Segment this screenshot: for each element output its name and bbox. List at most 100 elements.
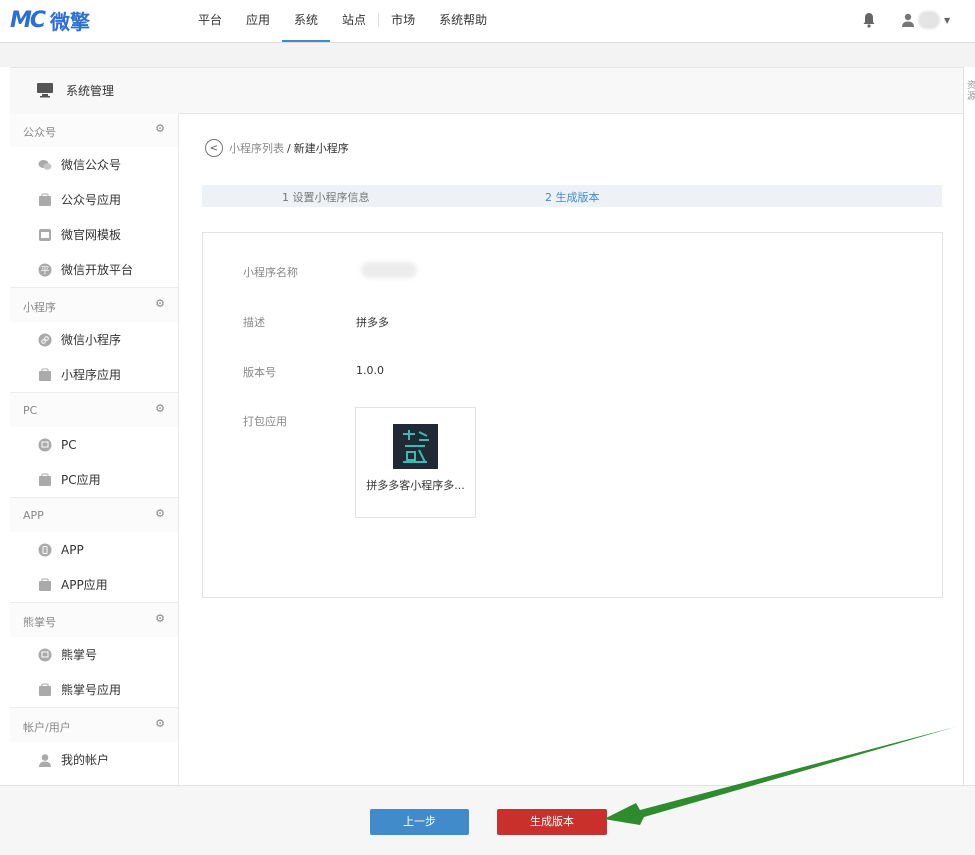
- sidebar-section-title: APP: [23, 509, 44, 522]
- sidebar-item-xiongzhang[interactable]: 熊掌号: [10, 637, 178, 672]
- sidebar-item-my-account[interactable]: 我的帐户: [10, 742, 178, 777]
- package-app-label: 打包应用: [243, 415, 287, 428]
- description-value: 拼多多: [356, 316, 389, 329]
- monitor-icon: [38, 648, 52, 662]
- sidebar-item-label: PC应用: [61, 473, 101, 487]
- sidebar-section-accounts: 帐户/用户 ⚙: [10, 707, 178, 742]
- gear-icon[interactable]: ⚙: [155, 507, 165, 520]
- previous-step-button[interactable]: 上一步: [370, 809, 469, 835]
- app-bag-icon: [38, 473, 52, 487]
- sidebar-item-label: 微信公众号: [61, 158, 122, 172]
- sidebar-item-app[interactable]: APP: [10, 532, 178, 567]
- app-bag-icon: [38, 193, 52, 207]
- sidebar-section-title: 公众号: [23, 126, 56, 139]
- gear-icon[interactable]: ⚙: [155, 717, 165, 730]
- sidebar-item-xiongzhang-apps[interactable]: 熊掌号应用: [10, 672, 178, 707]
- logo-mark: MC: [10, 7, 46, 33]
- miniprogram-icon: [38, 333, 52, 347]
- bottom-action-bar: 上一步 生成版本: [0, 785, 975, 855]
- step-1: 1 设置小程序信息: [282, 191, 370, 204]
- sidebar-item-label: APP: [61, 542, 84, 557]
- logo-text: 微擎: [50, 9, 91, 34]
- right-side-tab-label: 资源: [967, 81, 975, 102]
- bell-icon[interactable]: [862, 12, 876, 28]
- nav-site[interactable]: 站点: [330, 0, 378, 40]
- nav-apps[interactable]: 应用: [234, 0, 282, 40]
- sidebar-item-label: PC: [61, 437, 77, 452]
- user-icon: [38, 753, 52, 767]
- sidebar-item-label: 熊掌号应用: [61, 683, 122, 697]
- page-gap: [0, 43, 975, 67]
- nav-platform[interactable]: 平台: [186, 0, 234, 40]
- monitor-icon: [38, 438, 52, 452]
- sidebar-item-wechat-account[interactable]: 微信公众号: [10, 147, 178, 182]
- sidebar-section-title: 小程序: [23, 301, 56, 314]
- breadcrumb-current: 新建小程序: [293, 142, 349, 155]
- name-label: 小程序名称: [243, 266, 298, 279]
- sidebar-item-label: 微官网模板: [61, 228, 122, 242]
- main-content: < 小程序列表 / 新建小程序 1 设置小程序信息 2 生成版本 小程序名称 描…: [179, 113, 963, 785]
- right-side-tab[interactable]: 资源: [963, 67, 975, 785]
- step-2-active: 2 生成版本: [545, 191, 600, 204]
- sidebar-section-xiongzhang: 熊掌号 ⚙: [10, 602, 178, 637]
- sidebar-item-label: 熊掌号: [61, 648, 98, 662]
- monitor-icon: [37, 83, 53, 98]
- breadcrumb: < 小程序列表 / 新建小程序: [205, 139, 349, 157]
- nav-help[interactable]: 系统帮助: [427, 0, 499, 40]
- app-bag-icon: [38, 368, 52, 382]
- sidebar-item-wechat-miniprogram[interactable]: 微信小程序: [10, 322, 178, 357]
- gear-icon[interactable]: ⚙: [155, 612, 165, 625]
- breadcrumb-separator: /: [287, 141, 291, 155]
- sidebar-item-open-platform[interactable]: 平 微信开放平台: [10, 252, 178, 287]
- user-menu[interactable]: ▼: [902, 11, 950, 29]
- gear-icon[interactable]: ⚙: [155, 122, 165, 135]
- sidebar-section-miniprogram: 小程序 ⚙: [10, 287, 178, 322]
- sidebar-item-app-apps[interactable]: APP应用: [10, 567, 178, 602]
- version-info-card: 小程序名称 描述 拼多多 版本号 1.0.0 打包应用 拼多多客小程序多...: [202, 232, 943, 598]
- step-indicator: 1 设置小程序信息 2 生成版本: [202, 185, 942, 207]
- generate-version-button[interactable]: 生成版本: [497, 809, 607, 835]
- app-thumbnail: [393, 424, 438, 469]
- sidebar-section-title: 帐户/用户: [23, 721, 71, 734]
- sidebar-item-label: 微信小程序: [61, 333, 122, 347]
- sidebar-item-label: 我的帐户: [61, 753, 110, 767]
- breadcrumb-link[interactable]: 小程序列表: [229, 140, 284, 156]
- sidebar-section-app: APP ⚙: [10, 497, 178, 532]
- app-bag-icon: [38, 578, 52, 592]
- version-label: 版本号: [243, 366, 276, 379]
- nav-system[interactable]: 系统: [282, 0, 331, 42]
- top-navbar: MC 微擎 平台 应用 系统 站点 市场 系统帮助 ▼: [0, 0, 975, 43]
- app-bag-icon: [38, 683, 52, 697]
- template-icon: [38, 228, 52, 242]
- phone-icon: [38, 543, 52, 557]
- sidebar-item-account-apps[interactable]: 公众号应用: [10, 182, 178, 217]
- sidebar-item-miniprogram-apps[interactable]: 小程序应用: [10, 357, 178, 392]
- panel-header: 系统管理: [10, 67, 963, 114]
- user-icon: [902, 13, 914, 27]
- description-label: 描述: [243, 316, 265, 329]
- back-arrow-icon[interactable]: <: [205, 139, 223, 157]
- packaged-app-card[interactable]: 拼多多客小程序多...: [355, 407, 476, 518]
- chevron-down-icon: ▼: [944, 15, 951, 25]
- gear-icon[interactable]: ⚙: [155, 402, 165, 415]
- sidebar-item-label: 公众号应用: [61, 193, 122, 207]
- wechat-icon: [38, 158, 52, 172]
- sidebar-section-title: 熊掌号: [23, 616, 56, 629]
- sidebar-item-pc[interactable]: PC: [10, 427, 178, 462]
- sidebar-item-site-templates[interactable]: 微官网模板: [10, 217, 178, 252]
- username-redacted: [918, 11, 940, 29]
- sidebar-item-label: APP应用: [61, 578, 108, 592]
- svg-text:平: 平: [40, 265, 49, 276]
- sidebar-section-official-accounts: 公众号 ⚙: [10, 113, 178, 147]
- logo[interactable]: MC 微擎: [10, 6, 90, 34]
- sidebar-item-label: 小程序应用: [61, 368, 122, 382]
- panel-title: 系统管理: [66, 84, 115, 98]
- sidebar-item-label: 微信开放平台: [61, 263, 134, 277]
- sidebar-item-pc-apps[interactable]: PC应用: [10, 462, 178, 497]
- open-platform-icon: 平: [38, 263, 52, 277]
- nav-market[interactable]: 市场: [379, 0, 427, 40]
- main-nav: 平台 应用 系统 站点 市场 系统帮助: [186, 0, 499, 42]
- gear-icon[interactable]: ⚙: [155, 297, 165, 310]
- sidebar: 公众号 ⚙ 微信公众号 公众号应用 微官网模板 平 微信开放平台 小程序 ⚙ 微…: [10, 113, 179, 785]
- name-value-redacted: [361, 262, 417, 278]
